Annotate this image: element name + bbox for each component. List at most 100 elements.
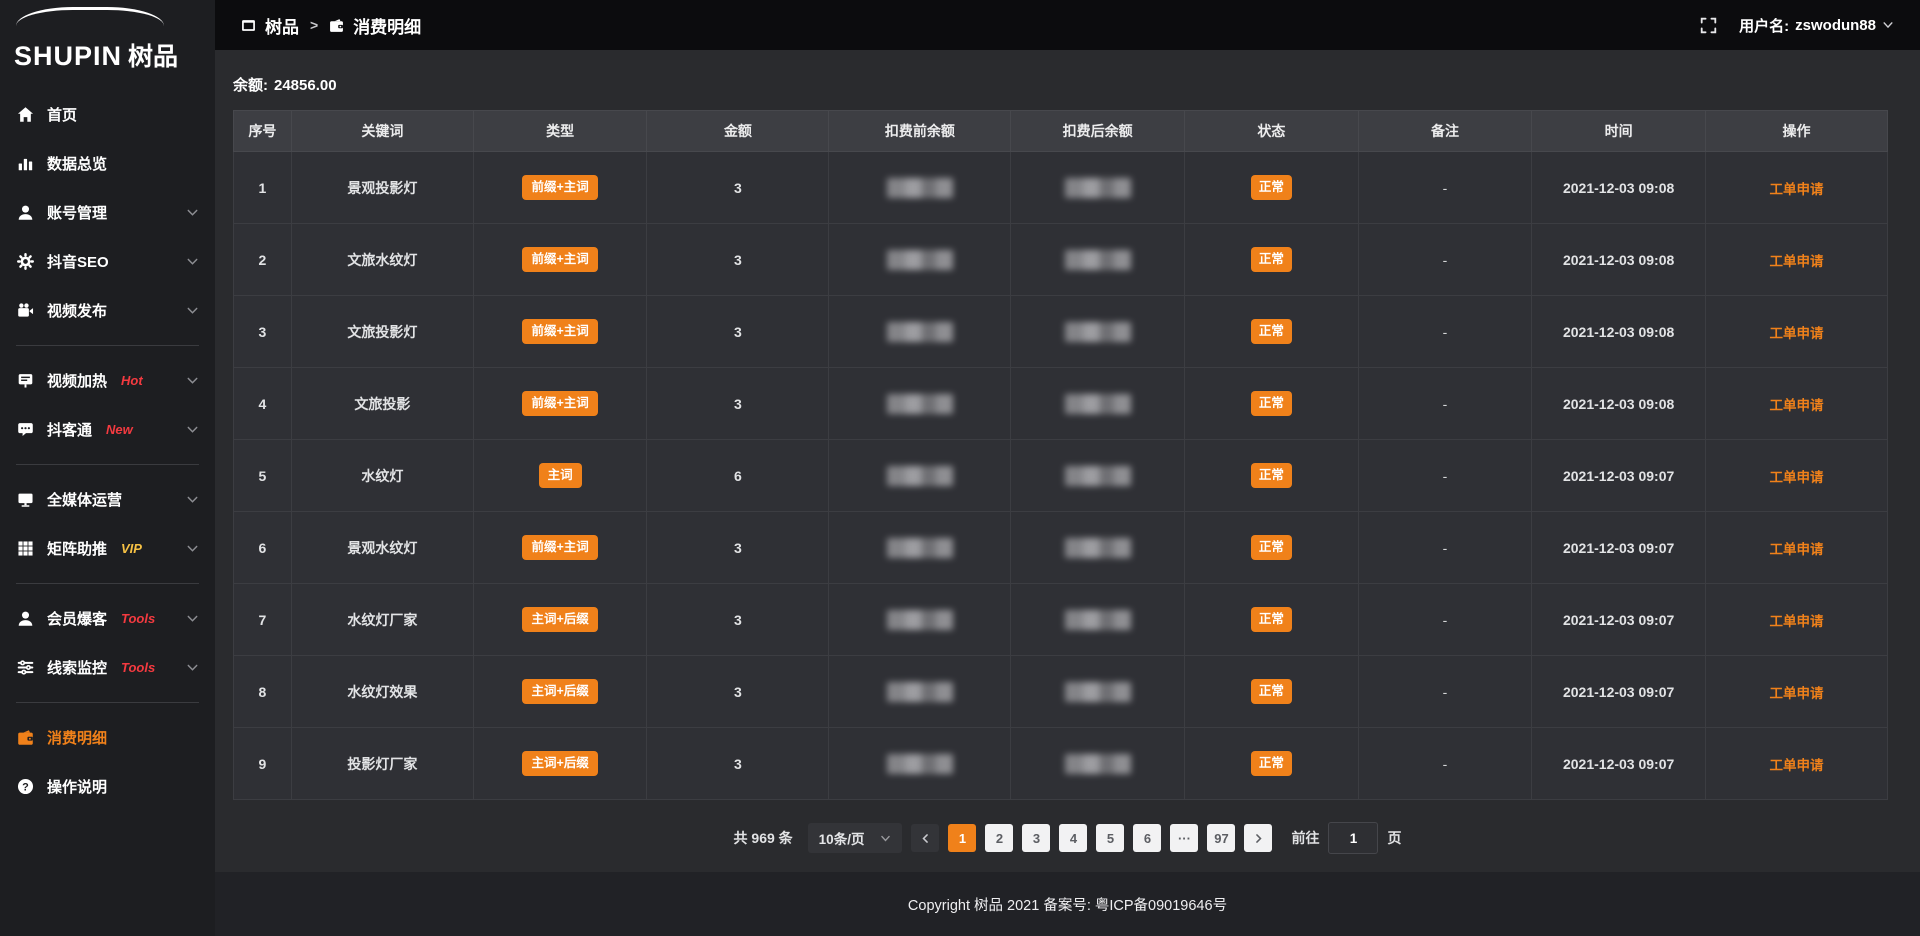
topbar-right: 用户名: zswodun88 — [1700, 15, 1894, 36]
column-header: 状态 — [1185, 111, 1359, 152]
footer: Copyright 树品 2021 备案号: 粤ICP备09019646号 — [215, 872, 1920, 936]
sidebar-item-wallet[interactable]: 消费明细 — [0, 713, 215, 762]
sidebar-item-heat[interactable]: 视频加热Hot — [0, 356, 215, 405]
work-order-link[interactable]: 工单申请 — [1769, 614, 1823, 629]
sidebar-item-grid[interactable]: 矩阵助推VIP — [0, 524, 215, 573]
cell-type: 主词+后缀 — [473, 656, 647, 728]
chevron-down-icon — [880, 833, 891, 844]
cell-type: 主词 — [473, 440, 647, 512]
cell-balance-before — [829, 296, 1011, 368]
table-header-row: 序号关键词类型金额扣费前余额扣费后余额状态备注时间操作 — [234, 111, 1888, 152]
sidebar-item-sliders[interactable]: 线索监控Tools — [0, 643, 215, 692]
chat-icon — [16, 421, 34, 439]
work-order-link[interactable]: 工单申请 — [1769, 254, 1823, 269]
sidebar-item-chart[interactable]: 数据总览 — [0, 139, 215, 188]
sidebar-item-monitor[interactable]: 全媒体运营 — [0, 475, 215, 524]
sidebar-item-member[interactable]: 会员爆客 Tools — [0, 594, 215, 643]
blurred-balance-before — [887, 754, 953, 774]
heat-icon — [16, 372, 34, 390]
sidebar-divider — [16, 345, 199, 346]
cell-action: 工单申请 — [1705, 656, 1887, 728]
sidebar-item-badge: Hot — [121, 373, 143, 388]
cell-type: 前缀+主词 — [473, 152, 647, 224]
status-badge: 正常 — [1251, 463, 1292, 488]
remark-value: - — [1443, 468, 1448, 484]
status-badge: 正常 — [1251, 607, 1292, 632]
column-header: 金额 — [647, 111, 829, 152]
page-button-1[interactable]: 1 — [948, 824, 976, 852]
blurred-balance-before — [887, 394, 953, 414]
balance-value: 24856.00 — [274, 77, 337, 94]
cell-balance-after — [1011, 368, 1185, 440]
cell-action: 工单申请 — [1705, 368, 1887, 440]
sidebar-item-label: 会员爆客 — [47, 608, 107, 629]
work-order-link[interactable]: 工单申请 — [1769, 542, 1823, 557]
cell-balance-before — [829, 656, 1011, 728]
breadcrumb-separator: > — [310, 17, 318, 33]
breadcrumb-home[interactable]: 树品 — [265, 13, 299, 38]
breadcrumb-current: 消费明细 — [353, 13, 421, 38]
work-order-link[interactable]: 工单申请 — [1769, 326, 1823, 341]
work-order-link[interactable]: 工单申请 — [1769, 470, 1823, 485]
blurred-balance-after — [1065, 610, 1131, 630]
cell-remark: - — [1358, 152, 1532, 224]
cell-type: 前缀+主词 — [473, 368, 647, 440]
page-size-select[interactable]: 10条/页 — [808, 823, 903, 853]
cell-keyword: 文旅投影灯 — [291, 296, 473, 368]
work-order-link[interactable]: 工单申请 — [1769, 398, 1823, 413]
page-button-2[interactable]: 2 — [985, 824, 1013, 852]
chart-icon — [16, 155, 34, 173]
cell-balance-after — [1011, 224, 1185, 296]
sidebar-item-label: 线索监控 — [47, 657, 107, 678]
prev-page-button[interactable] — [911, 824, 939, 852]
chevron-down-icon — [1882, 19, 1894, 31]
goto-page-input[interactable] — [1328, 822, 1378, 854]
page-button-4[interactable]: 4 — [1059, 824, 1087, 852]
next-page-button[interactable] — [1244, 824, 1272, 852]
cell-balance-before — [829, 584, 1011, 656]
page-button-5[interactable]: 5 — [1096, 824, 1124, 852]
sidebar-item-user[interactable]: 账号管理 — [0, 188, 215, 237]
sidebar-item-label: 账号管理 — [47, 202, 107, 223]
breadcrumb: 树品 > 消费明细 — [241, 13, 421, 38]
fullscreen-icon[interactable] — [1700, 17, 1717, 34]
column-header: 扣费前余额 — [829, 111, 1011, 152]
remark-value: - — [1443, 684, 1448, 700]
sidebar-item-gear[interactable]: 抖音SEO — [0, 237, 215, 286]
sidebar-item-video[interactable]: 视频发布 — [0, 286, 215, 335]
chevron-down-icon — [186, 493, 199, 506]
sidebar-item-chat[interactable]: 抖客通New — [0, 405, 215, 454]
table-row: 8水纹灯效果主词+后缀3正常-2021-12-03 09:07工单申请 — [234, 656, 1888, 728]
cell-amount: 3 — [647, 728, 829, 800]
sidebar-item-home[interactable]: 首页 — [0, 90, 215, 139]
cell-keyword: 景观投影灯 — [291, 152, 473, 224]
page-button-97[interactable]: 97 — [1207, 824, 1235, 852]
cell-time: 2021-12-03 09:08 — [1532, 224, 1706, 296]
blurred-balance-after — [1065, 754, 1131, 774]
blurred-balance-after — [1065, 322, 1131, 342]
work-order-link[interactable]: 工单申请 — [1769, 758, 1823, 773]
sliders-icon — [16, 659, 34, 677]
more-pages-button[interactable]: ··· — [1170, 824, 1198, 852]
sidebar-item-badge: Tools — [121, 611, 155, 626]
page-button-3[interactable]: 3 — [1022, 824, 1050, 852]
table-row: 9投影灯厂家主词+后缀3正常-2021-12-03 09:07工单申请 — [234, 728, 1888, 800]
blurred-balance-before — [887, 250, 953, 270]
cell-status: 正常 — [1185, 656, 1359, 728]
username-value: zswodun88 — [1795, 17, 1876, 34]
video-icon — [16, 302, 34, 320]
type-badge: 前缀+主词 — [522, 535, 597, 560]
work-order-link[interactable]: 工单申请 — [1769, 686, 1823, 701]
type-badge: 前缀+主词 — [522, 391, 597, 416]
work-order-link[interactable]: 工单申请 — [1769, 182, 1823, 197]
page-button-6[interactable]: 6 — [1133, 824, 1161, 852]
blurred-balance-before — [887, 610, 953, 630]
gear-icon — [16, 253, 34, 271]
column-header: 备注 — [1358, 111, 1532, 152]
monitor-icon — [16, 491, 34, 509]
cell-remark: - — [1358, 728, 1532, 800]
page-size-value: 10条/页 — [819, 828, 865, 848]
sidebar-item-question[interactable]: ?操作说明 — [0, 762, 215, 811]
cell-index: 4 — [234, 368, 292, 440]
user-menu[interactable]: 用户名: zswodun88 — [1739, 15, 1894, 36]
